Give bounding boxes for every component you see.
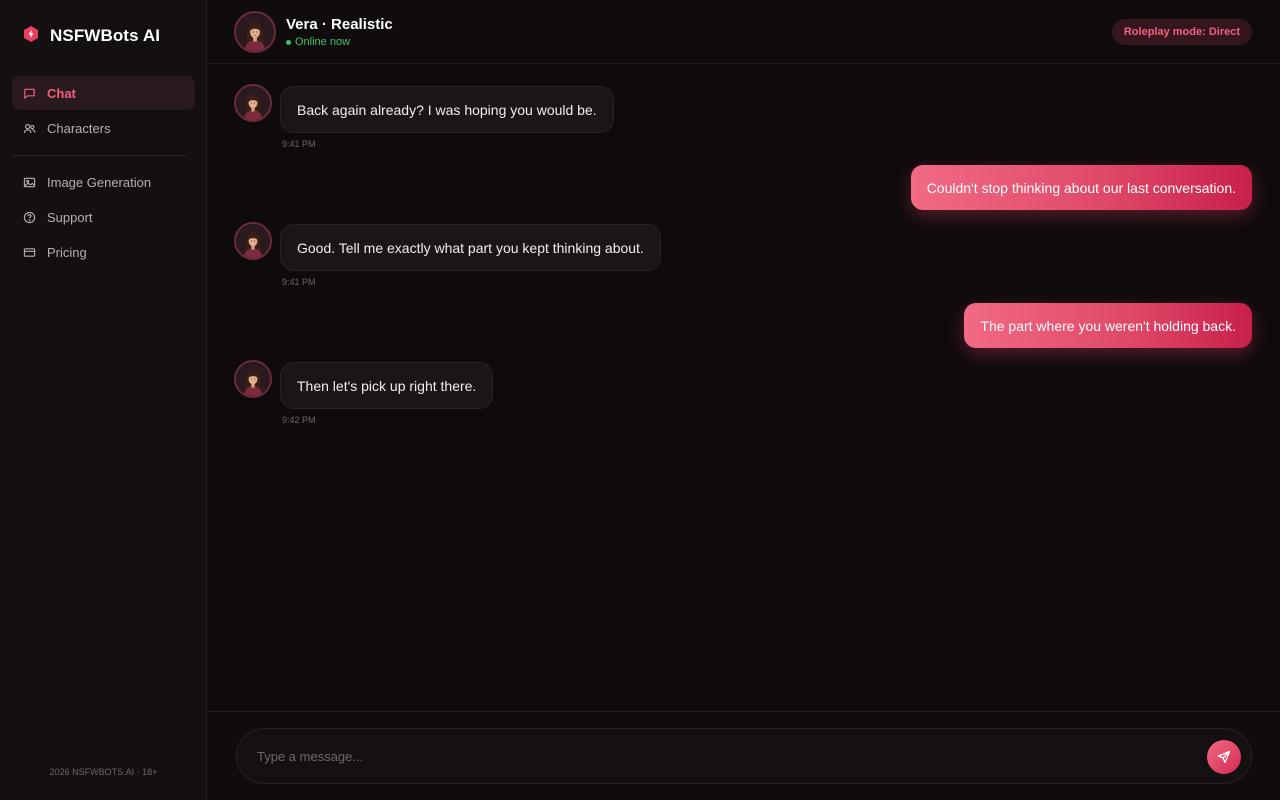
message-bubble: Good. Tell me exactly what part you kept… — [280, 224, 661, 271]
sidebar-item-pricing[interactable]: Pricing — [12, 235, 195, 269]
image-icon — [23, 176, 36, 189]
brand[interactable]: NSFWBots AI — [22, 24, 160, 48]
bot-avatar — [234, 360, 272, 398]
sidebar-item-label: Characters — [47, 120, 111, 136]
online-status: Online now — [286, 36, 350, 48]
sidebar-item-chat[interactable]: Chat — [12, 76, 195, 110]
composer-area — [208, 711, 1280, 800]
sidebar-nav: Chat Characters Image Generation Support — [12, 76, 195, 270]
composer — [236, 728, 1252, 784]
message-input[interactable] — [257, 729, 1187, 783]
brand-name: NSFWBots AI — [50, 26, 161, 45]
sidebar: NSFWBots AI Chat Characters Image Genera… — [0, 0, 207, 800]
message-time: 9:41 PM — [282, 277, 316, 287]
status-dot-icon — [286, 39, 291, 45]
roleplay-mode-badge[interactable]: Roleplay mode: Direct — [1111, 19, 1252, 45]
sidebar-item-label: Chat — [47, 85, 76, 101]
footer-copyright: 2026 NSFWBOTS.AI · 18+ — [49, 767, 158, 777]
chat-panel: Vera · Realistic Online now Roleplay mod… — [208, 0, 1280, 800]
message-time: 9:41 PM — [282, 139, 316, 149]
bot-avatar — [234, 84, 272, 122]
logo-icon — [22, 25, 40, 48]
chat-icon — [23, 87, 36, 100]
character-name: Vera · Realistic — [286, 16, 393, 33]
send-button[interactable] — [1207, 740, 1241, 774]
sidebar-item-label: Pricing — [47, 244, 87, 260]
sidebar-item-image-generation[interactable]: Image Generation — [12, 165, 195, 199]
message-user: Couldn't stop thinking about our last co… — [910, 165, 1252, 210]
sidebar-item-label: Image Generation — [47, 174, 152, 190]
sidebar-item-label: Support — [47, 209, 93, 225]
message-list: Back again already? I was hoping you wou… — [208, 64, 1280, 711]
message-time: 9:42 PM — [282, 415, 316, 425]
sidebar-divider — [12, 155, 187, 156]
bot-avatar — [234, 222, 272, 260]
sidebar-item-characters[interactable]: Characters — [12, 111, 195, 145]
message-user: The part where you weren't holding back. — [964, 303, 1252, 348]
status-text: Online now — [295, 36, 351, 48]
sidebar-item-support[interactable]: Support — [12, 200, 195, 234]
character-avatar[interactable] — [234, 11, 276, 53]
send-icon — [1217, 750, 1231, 764]
chat-header: Vera · Realistic Online now Roleplay mod… — [208, 0, 1280, 64]
card-icon — [23, 246, 36, 259]
message-bubble: Back again already? I was hoping you wou… — [280, 86, 614, 133]
help-icon — [23, 211, 36, 224]
message-bubble: Then let's pick up right there. — [280, 362, 494, 409]
users-icon — [23, 122, 36, 135]
